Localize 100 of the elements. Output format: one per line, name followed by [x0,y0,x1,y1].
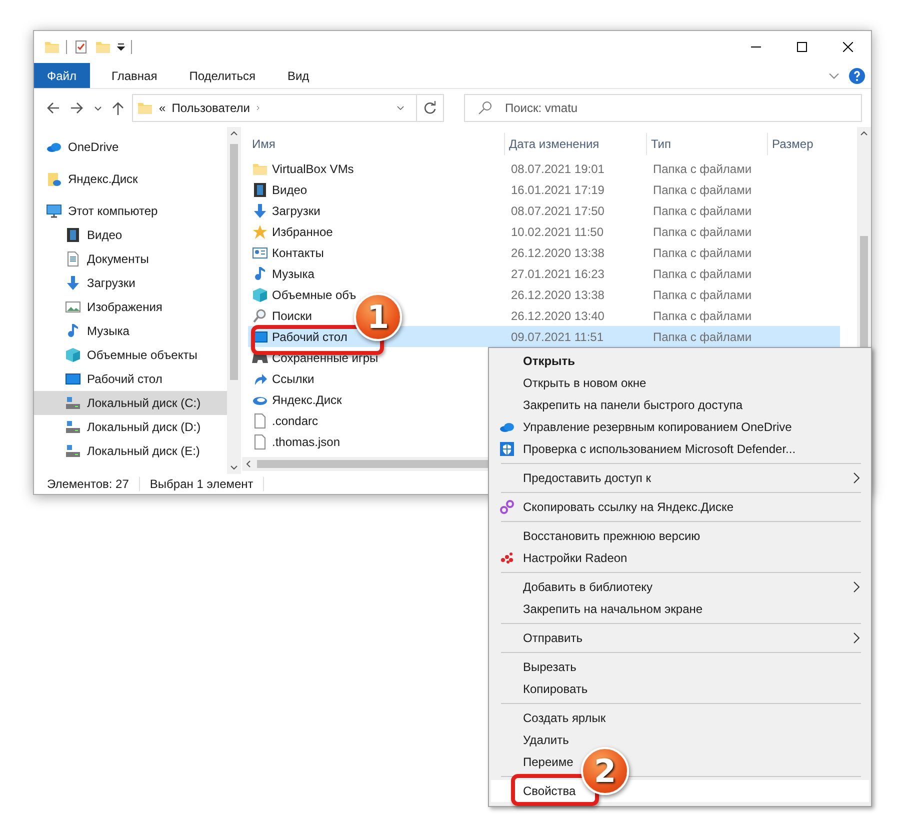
menu-item[interactable]: Восстановить прежнюю версию [491,525,704,547]
cube-icon [65,347,81,363]
column-header[interactable]: Имя [242,133,504,155]
type-cell-text: Папка с файлами [652,182,753,198]
scrollbar[interactable] [227,127,241,474]
nav-item[interactable]: Документы [34,247,227,271]
shield-icon [499,441,515,457]
menu-item[interactable]: Создать ярлык [491,707,610,729]
date-cell-text: 08.07.2021 19:01 [510,160,606,178]
menu-item[interactable]: Настройки Radeon [491,547,632,569]
nav-item[interactable]: Яндекс.Диск [34,167,227,191]
menu-item[interactable]: Копировать [491,678,592,700]
gamepad-icon [252,352,268,362]
magnifier-icon [252,308,268,324]
music-note-icon [252,266,268,282]
file-name[interactable]: Сохраненные игры [272,350,378,364]
path-segment[interactable]: Пользователи [172,101,250,115]
menu-item[interactable]: Переиме [491,751,578,773]
cube-icon [252,286,268,302]
file-name[interactable]: .condarc [272,414,318,428]
nav-item[interactable]: OneDrive [34,135,227,159]
ribbon-tab[interactable]: Главная [98,63,172,88]
type-cell-text: Папка с файлами [652,160,753,178]
menu-item[interactable]: Проверка с использованием Microsoft Defender... [491,438,800,460]
refresh-button[interactable] [416,94,444,122]
menu-item[interactable]: Закрепить на панели быстрого доступа [491,394,746,416]
desktop-icon [65,371,81,387]
nav-item[interactable]: Этот компьютер [34,199,227,223]
status-text: Выбран 1 элемент [150,477,264,491]
file-name[interactable]: Ссылки [272,372,314,386]
type-cell-text: Папка с файлами [652,266,753,282]
menu-item[interactable]: Скопировать ссылку на Яндекс.Диске [491,496,738,518]
nav-item[interactable]: Объемные объекты [34,343,227,367]
nav-item[interactable]: Изображения [34,295,227,319]
file-name[interactable]: Загрузки [272,204,320,218]
radeon-icon [499,550,515,566]
file-menu-tab[interactable]: Файл [34,63,90,88]
step-marker: 1 [354,293,402,341]
file-name[interactable]: Контакты [272,246,324,260]
file-name[interactable]: Яндекс.Диск [272,392,342,406]
menu-item[interactable]: Предоставить доступ к [491,467,869,489]
file-name[interactable]: Музыка [272,266,314,280]
date-cell-text: 09.07.2021 11:51 [510,328,605,346]
scroll-down-icon[interactable] [230,465,238,470]
scroll-up-icon[interactable] [230,131,238,136]
nav-item[interactable]: Рабочий стол [34,367,227,391]
menu-item[interactable]: Вырезать [491,656,580,678]
nav-item[interactable]: Загрузки [34,271,227,295]
nav-item[interactable]: Видео [34,223,227,247]
drive-icon [65,395,81,411]
file-name[interactable]: Объемные объ [272,288,356,302]
file-icon [252,412,268,428]
scroll-left-icon[interactable] [246,460,251,468]
status-text: Элементов: 27 [47,477,140,491]
column-header[interactable]: Размер [767,133,839,155]
file-name[interactable]: Избранное [272,224,333,238]
menu-item[interactable]: Открыть [491,350,580,372]
scroll-up-icon[interactable] [860,131,868,136]
folder-icon [46,171,62,187]
nav-item[interactable]: Музыка [34,319,227,343]
file-name[interactable]: .thomas.json [272,434,340,448]
chain-link-icon [499,499,515,515]
recent-locations-button[interactable] [92,104,104,112]
menu-item[interactable]: Управление резервным копированием OneDrive [491,416,796,438]
search-box[interactable]: Поиск: vmatu [464,94,862,122]
refresh-icon[interactable] [423,101,437,115]
close-icon[interactable] [843,42,853,52]
properties-icon [73,39,89,55]
menu-item[interactable]: Отправить [491,627,869,649]
search-icon [477,100,493,116]
contact-card-icon [252,244,268,260]
column-header[interactable]: Дата изменения [504,133,646,155]
type-cell-text: Папка с файлами [652,308,753,324]
file-name[interactable]: Поиски [272,308,312,322]
maximize-icon[interactable] [797,42,807,52]
ribbon-tab[interactable]: Поделиться [175,63,270,88]
chevron-down-icon[interactable] [94,106,102,110]
menu-item[interactable]: Закрепить на начальном экране [491,598,707,620]
nav-item[interactable]: Локальный диск (C:) [34,391,227,415]
search-field[interactable]: Поиск: vmatu [503,100,861,116]
nav-item[interactable]: Локальный диск (D:) [34,415,227,439]
image-icon [65,299,81,315]
file-name[interactable]: VirtualBox VMs [272,162,354,176]
ribbon-tab[interactable]: Вид [273,63,324,88]
chevron-down-icon[interactable] [829,72,839,78]
drive-icon [65,419,81,435]
column-header[interactable]: Тип [646,133,767,155]
overflow-glyph: « [159,101,166,115]
menu-item[interactable]: Удалить [491,729,573,751]
nav-item[interactable]: Локальный диск (E:) [34,439,227,463]
file-name[interactable]: Видео [272,182,308,196]
address-bar[interactable]: « Пользователи [132,94,417,122]
date-cell-text: 08.07.2021 17:50 [510,202,606,220]
menu-item[interactable]: Открыть в новом окне [491,372,650,394]
menu-item[interactable]: Добавить в библиотеку [491,576,869,598]
date-cell-text: 10.02.2021 11:50 [510,224,605,240]
date-cell-text: 26.12.2020 13:38 [510,286,606,304]
type-cell-text: Папка с файлами [652,202,753,220]
minimize-icon[interactable] [751,46,761,48]
file-name[interactable]: Рабочий стол [272,330,348,344]
